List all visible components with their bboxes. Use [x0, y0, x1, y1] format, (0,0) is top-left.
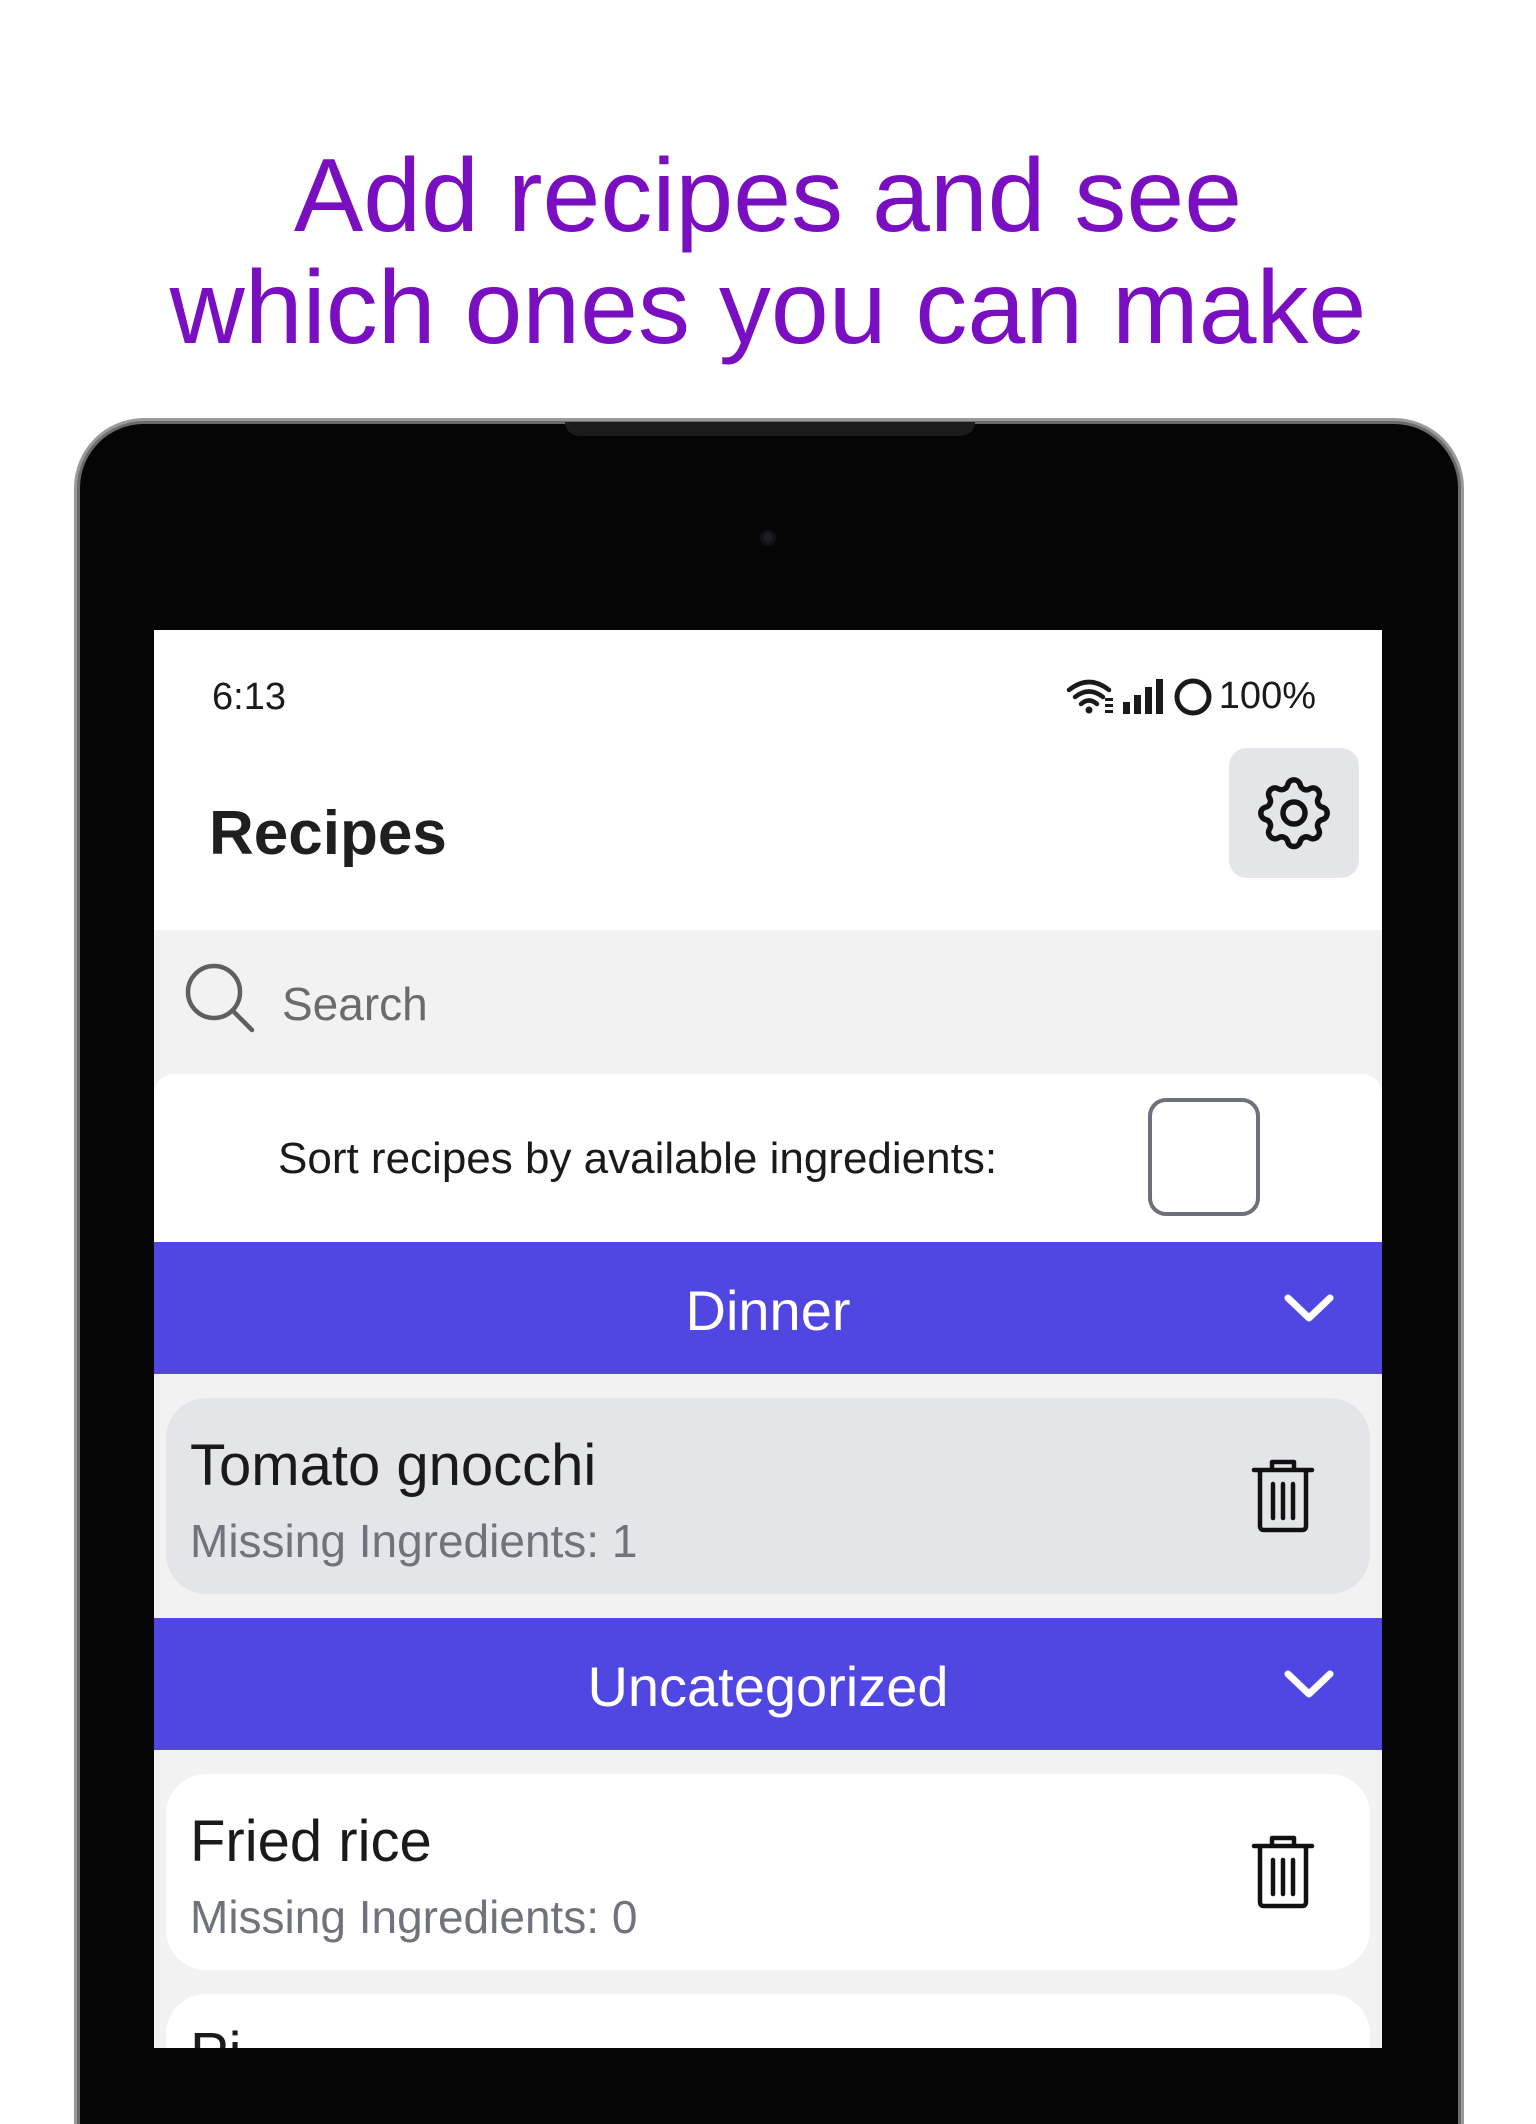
promo-headline-line1: Add recipes and see [293, 138, 1243, 254]
search-input[interactable] [280, 964, 1340, 1044]
category-title: Uncategorized [587, 1655, 949, 1718]
status-time: 6:13 [212, 676, 286, 718]
status-icons: 100% [1065, 674, 1316, 718]
chevron-down-icon [1284, 1294, 1334, 1322]
recipe-name: Pi [190, 2020, 242, 2048]
tablet-notch [565, 422, 975, 436]
battery-ring-icon [1174, 678, 1212, 716]
sort-row: Sort recipes by available ingredients: [154, 1074, 1382, 1242]
category-dinner-list: Tomato gnocchi Missing Ingredients: 1 [154, 1374, 1382, 1618]
recipe-missing-ingredients: Missing Ingredients: 1 [190, 1515, 638, 1567]
recipe-name: Tomato gnocchi [190, 1433, 597, 1498]
category-header-uncategorized[interactable]: Uncategorized [154, 1618, 1382, 1750]
recipe-card[interactable]: Fried rice Missing Ingredients: 0 [166, 1774, 1370, 1970]
search-icon [185, 963, 255, 1033]
recipe-card[interactable]: Tomato gnocchi Missing Ingredients: 1 [166, 1398, 1370, 1594]
gear-icon [1258, 777, 1330, 850]
promo-headline: Add recipes and see which ones you can m… [0, 140, 1536, 364]
signal-icon [1122, 679, 1163, 714]
status-bar: 6:13 100% [154, 630, 1382, 719]
recipe-card[interactable]: Pi [166, 1994, 1370, 2048]
sort-label: Sort recipes by available ingredients: [278, 1134, 998, 1183]
promo-headline-line2: which ones you can make [169, 250, 1367, 366]
battery-percentage: 100% [1218, 674, 1316, 717]
chevron-down-icon [1284, 1670, 1334, 1698]
wifi-icon [1066, 679, 1113, 714]
app-bar: Recipes [154, 748, 1382, 888]
page-title: Recipes [209, 799, 447, 868]
front-camera [760, 530, 776, 546]
category-title: Dinner [685, 1279, 851, 1342]
search-bar [154, 930, 1382, 1074]
sort-checkbox[interactable] [1148, 1098, 1260, 1216]
recipe-name: Fried rice [190, 1809, 432, 1874]
category-header-dinner[interactable]: Dinner [154, 1242, 1382, 1374]
settings-button[interactable] [1229, 748, 1359, 878]
category-uncategorized-list: Fried rice Missing Ingredients: 0 Pi [154, 1750, 1382, 2048]
trash-icon[interactable] [1250, 1834, 1316, 1910]
app-screen: 6:13 100% Recipes Search Sort recipes by… [154, 630, 1382, 2048]
trash-icon[interactable] [1250, 1458, 1316, 1534]
recipe-missing-ingredients: Missing Ingredients: 0 [190, 1891, 638, 1943]
